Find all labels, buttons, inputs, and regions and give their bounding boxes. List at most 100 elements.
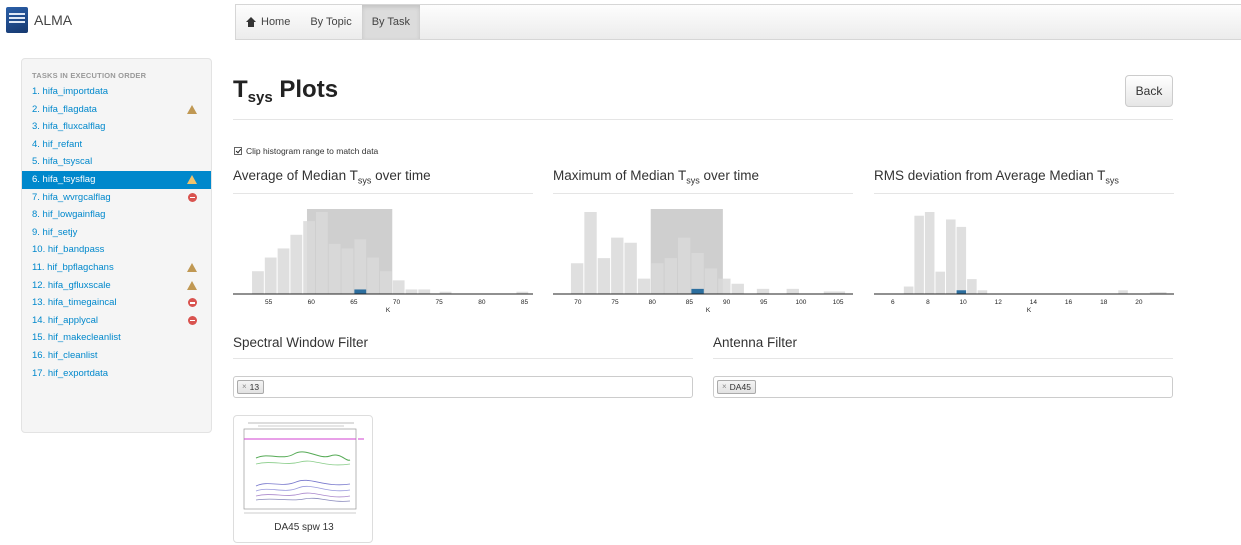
sidebar-item-label: 13. hifa_timegaincal xyxy=(32,297,117,309)
histogram-bar xyxy=(341,248,354,294)
plot-divider-2 xyxy=(553,193,853,194)
nav-by-topic[interactable]: By Topic xyxy=(300,5,361,39)
plot-divider-3 xyxy=(874,193,1174,194)
histogram-rms-deviation[interactable]: 6 8 10 12 14 16 18 20 K xyxy=(874,200,1174,325)
plot-title-rms: RMS deviation from Average Median Tsys xyxy=(874,168,1119,186)
antenna-filter-tag[interactable]: × DA45 xyxy=(717,380,756,394)
histogram-bar xyxy=(946,219,956,294)
back-button[interactable]: Back xyxy=(1125,75,1173,107)
sidebar-item-label: 6. hifa_tsysflag xyxy=(32,173,96,185)
sidebar-item-task[interactable]: 2. hifa_flagdata xyxy=(22,101,211,119)
x-tick-label: 95 xyxy=(760,299,768,306)
histogram-bar xyxy=(718,278,731,294)
x-tick-label: 85 xyxy=(686,299,694,306)
sidebar-item-label: 12. hifa_gfluxscale xyxy=(32,279,111,291)
clip-checkbox[interactable] xyxy=(234,147,242,155)
remove-tag-icon[interactable]: × xyxy=(242,381,247,393)
sidebar-item-task[interactable]: 11. hif_bpflagchans xyxy=(22,259,211,277)
sidebar-item-task[interactable]: 15. hif_makecleanlist xyxy=(22,329,211,347)
sidebar-item-label: 10. hif_bandpass xyxy=(32,244,105,256)
histogram-bar xyxy=(379,271,392,294)
spw-filter-title: Spectral Window Filter xyxy=(233,335,369,350)
histogram-selected-bar xyxy=(354,289,367,294)
brand[interactable]: ALMA xyxy=(0,0,225,40)
sidebar-item-label: 4. hif_refant xyxy=(32,138,83,150)
antenna-filter-input[interactable]: × DA45 xyxy=(713,376,1173,398)
histogram-bar xyxy=(637,278,651,294)
plot-title-average: Average of Median Tsys over time xyxy=(233,168,431,186)
spw-filter-tag[interactable]: × 13 xyxy=(237,380,265,394)
clip-label: Clip histogram range to match data xyxy=(246,146,379,156)
sidebar-item-label: 9. hif_setjy xyxy=(32,226,78,238)
histogram-bar xyxy=(328,243,341,294)
sidebar-item-label: 3. hifa_fluxcalflag xyxy=(32,121,106,133)
plot-divider-1 xyxy=(233,193,533,194)
sidebar-item-task[interactable]: 1. hifa_importdata xyxy=(22,83,211,101)
sidebar-item-task[interactable]: 7. hifa_wvrgcalflag xyxy=(22,189,211,207)
title-divider xyxy=(233,119,1173,120)
nav-by-task[interactable]: By Task xyxy=(361,5,421,39)
sidebar-item-label: 17. hif_exportdata xyxy=(32,367,109,379)
page-title: Tsys Plots xyxy=(233,76,339,106)
sidebar-item-task[interactable]: 13. hifa_timegaincal xyxy=(22,294,211,312)
histogram-maximum-median-tsys[interactable]: 70 75 80 85 90 95 100 105 K xyxy=(553,200,853,325)
histogram-bar xyxy=(691,253,704,294)
histogram-bar xyxy=(354,239,367,294)
sidebar-item-task[interactable]: 12. hifa_gfluxscale xyxy=(22,277,211,295)
nav-home[interactable]: Home xyxy=(236,5,300,39)
x-tick-label: 12 xyxy=(995,299,1003,306)
histogram-bar xyxy=(977,290,988,294)
histogram-bar xyxy=(290,234,303,294)
histogram-bar xyxy=(914,215,924,294)
x-tick-label: 105 xyxy=(833,299,844,306)
sidebar-item-task[interactable]: 14. hif_applycal xyxy=(22,312,211,330)
histogram-bar xyxy=(405,289,418,294)
warning-icon xyxy=(187,262,197,272)
nav-tabs: Home By Topic By Task xyxy=(235,4,1241,40)
histogram-bar xyxy=(303,221,315,294)
sidebar-item-task[interactable]: 16. hif_cleanlist xyxy=(22,347,211,365)
x-tick-label: 100 xyxy=(796,299,807,306)
histogram-bar xyxy=(277,248,290,294)
sidebar-item-label: 8. hif_lowgainflag xyxy=(32,209,106,221)
histogram-average-median-tsys[interactable]: 55 60 65 70 75 80 85 K xyxy=(233,200,533,325)
histogram-bar xyxy=(967,279,977,294)
remove-tag-icon[interactable]: × xyxy=(722,381,727,393)
error-icon xyxy=(188,315,197,325)
sidebar-item-task[interactable]: 8. hif_lowgainflag xyxy=(22,206,211,224)
histogram-bar xyxy=(597,258,611,294)
clip-histogram-option[interactable]: Clip histogram range to match data xyxy=(234,146,378,156)
sidebar-item-task[interactable]: 5. hifa_tsyscal xyxy=(22,153,211,171)
histogram-bar xyxy=(924,212,935,294)
thumbnail-caption: DA45 spw 13 xyxy=(274,522,334,533)
x-tick-label: 80 xyxy=(478,299,486,306)
plot-thumbnail[interactable]: DA45 spw 13 xyxy=(233,415,373,543)
sidebar-item-task[interactable]: 6. hifa_tsysflag xyxy=(22,170,211,189)
x-tick-label: 8 xyxy=(926,299,930,306)
spw-filter-input[interactable]: × 13 xyxy=(233,376,693,398)
x-tick-label: 16 xyxy=(1065,299,1073,306)
histogram-bar xyxy=(678,237,691,294)
sidebar-item-label: 15. hif_makecleanlist xyxy=(32,332,121,344)
sidebar-item-task[interactable]: 9. hif_setjy xyxy=(22,224,211,242)
x-tick-label: 80 xyxy=(649,299,657,306)
x-tick-label: 90 xyxy=(723,299,731,306)
sidebar-item-task[interactable]: 17. hif_exportdata xyxy=(22,365,211,383)
plot-title-maximum: Maximum of Median Tsys over time xyxy=(553,168,760,186)
sidebar-item-label: 7. hifa_wvrgcalflag xyxy=(32,191,111,203)
x-tick-label: 70 xyxy=(574,299,582,306)
x-tick-label: 20 xyxy=(1135,299,1143,306)
histogram-bar xyxy=(786,288,799,294)
sidebar-item-task[interactable]: 4. hif_refant xyxy=(22,136,211,154)
x-tick-label: 55 xyxy=(265,299,273,306)
nav-by-topic-label: By Topic xyxy=(310,16,352,28)
x-tick-label: 14 xyxy=(1030,299,1038,306)
sidebar-item-label: 16. hif_cleanlist xyxy=(32,349,98,361)
histogram-bar xyxy=(264,257,277,294)
tsys-spectrum-thumbnail-image xyxy=(243,422,364,514)
x-tick-label: 75 xyxy=(436,299,444,306)
sidebar-item-task[interactable]: 3. hifa_fluxcalflag xyxy=(22,118,211,136)
sidebar-item-task[interactable]: 10. hif_bandpass xyxy=(22,241,211,259)
histogram-bar xyxy=(367,257,379,294)
sidebar-item-label: 2. hifa_flagdata xyxy=(32,103,97,115)
